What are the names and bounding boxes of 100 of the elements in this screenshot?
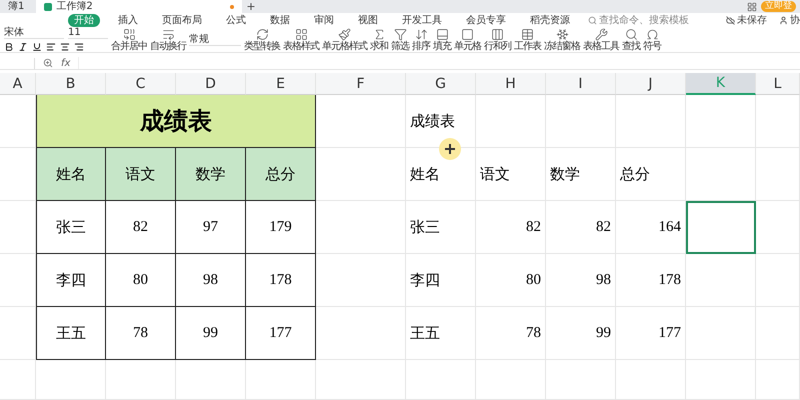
ribbon-button[interactable]: 筛选 bbox=[391, 28, 409, 52]
ribbon-button[interactable]: 填充 bbox=[433, 28, 451, 52]
ribbon-button[interactable]: 表格工具 bbox=[583, 28, 619, 52]
table-cell: 179 bbox=[246, 201, 316, 254]
table-cell: 99 bbox=[546, 307, 616, 360]
font-size-select[interactable]: 11 bbox=[68, 27, 108, 39]
new-tab-button[interactable]: + bbox=[246, 1, 256, 12]
header-cell: 总分 bbox=[246, 148, 316, 201]
column-header[interactable]: I bbox=[546, 73, 616, 95]
empty-cell[interactable] bbox=[546, 95, 616, 148]
column-header[interactable]: H bbox=[476, 73, 546, 95]
menu-tab[interactable]: 视图 bbox=[352, 14, 384, 26]
ribbon-button[interactable]: 自动换行 bbox=[150, 28, 186, 52]
ribbon-button[interactable]: 行和列 bbox=[484, 28, 511, 52]
refresh-icon bbox=[256, 28, 268, 40]
table-cell: 王五 bbox=[36, 307, 106, 360]
table-cell: 99 bbox=[176, 307, 246, 360]
menu-tab[interactable]: 数据 bbox=[264, 14, 296, 26]
wrench-icon bbox=[594, 28, 608, 40]
menu-tab[interactable]: 稻壳资源 bbox=[524, 14, 576, 26]
document-tab[interactable]: 工作簿2 bbox=[36, 0, 242, 13]
empty-cell[interactable] bbox=[476, 360, 546, 400]
menu-tab[interactable]: 页面布局 bbox=[156, 14, 208, 26]
table-cell: 178 bbox=[616, 254, 686, 307]
ribbon-button[interactable]: 类型转换 bbox=[244, 28, 280, 52]
menu-tab[interactable]: 开发工具 bbox=[396, 14, 448, 26]
menu-tab[interactable]: 会员专享 bbox=[460, 14, 512, 26]
ribbon-button[interactable]: 单元格样式 bbox=[322, 28, 367, 52]
menu-tab[interactable]: 审阅 bbox=[308, 14, 340, 26]
empty-cell[interactable] bbox=[616, 360, 686, 400]
header-cell: 语文 bbox=[476, 148, 546, 201]
table-cell: 王五 bbox=[406, 307, 476, 360]
empty-cell[interactable] bbox=[0, 360, 36, 400]
empty-cell[interactable] bbox=[246, 360, 316, 400]
share-button[interactable]: 协 bbox=[779, 13, 800, 27]
empty-cell[interactable] bbox=[546, 360, 616, 400]
column-header[interactable]: D bbox=[176, 73, 246, 95]
ribbon-button[interactable]: 冻结窗格 bbox=[544, 28, 580, 52]
active-cell[interactable] bbox=[686, 201, 756, 254]
table-cell: 82 bbox=[106, 201, 176, 254]
empty-cell[interactable] bbox=[106, 360, 176, 400]
font-select[interactable]: 宋体 bbox=[4, 27, 64, 39]
empty-cell[interactable] bbox=[476, 95, 546, 148]
column-header[interactable]: G bbox=[406, 73, 476, 95]
header-cell: 总分 bbox=[616, 148, 686, 201]
empty-cell[interactable] bbox=[616, 95, 686, 148]
menu-tab[interactable]: 插入 bbox=[112, 14, 144, 26]
column-header[interactable]: J bbox=[616, 73, 686, 95]
table-cell: 李四 bbox=[406, 254, 476, 307]
empty-cell[interactable] bbox=[686, 148, 756, 201]
function-label[interactable]: fx bbox=[61, 58, 70, 68]
ribbon-button[interactable]: 单元格 bbox=[454, 28, 481, 52]
empty-cell[interactable] bbox=[686, 95, 756, 148]
ribbon-button[interactable]: 排序 bbox=[412, 28, 430, 52]
align-left-icon[interactable] bbox=[46, 42, 56, 52]
merge-icon bbox=[122, 28, 136, 40]
bold-icon[interactable] bbox=[4, 42, 14, 52]
ribbon-button[interactable]: 查找 bbox=[622, 28, 640, 52]
empty-cell[interactable] bbox=[756, 254, 800, 307]
search-field[interactable]: 查找命令、搜索模板 bbox=[588, 13, 689, 27]
italic-icon[interactable] bbox=[18, 42, 28, 52]
empty-cell[interactable] bbox=[686, 254, 756, 307]
empty-cell[interactable] bbox=[176, 360, 246, 400]
save-status[interactable]: 未保存 bbox=[726, 13, 767, 27]
empty-cell[interactable] bbox=[686, 307, 756, 360]
search-icon bbox=[588, 16, 597, 24]
align-center-icon[interactable] bbox=[60, 42, 70, 52]
column-header[interactable]: E bbox=[246, 73, 316, 95]
table-cell: 80 bbox=[476, 254, 546, 307]
column-header[interactable]: F bbox=[316, 73, 406, 95]
empty-cell[interactable] bbox=[756, 360, 800, 400]
empty-cell[interactable] bbox=[406, 360, 476, 400]
align-right-icon[interactable] bbox=[74, 42, 84, 52]
zoom-icon[interactable] bbox=[43, 58, 53, 68]
empty-cell[interactable] bbox=[316, 360, 406, 400]
number-format-select[interactable]: 常规 bbox=[189, 34, 241, 46]
empty-cell[interactable] bbox=[756, 148, 800, 201]
grid-icon bbox=[294, 28, 308, 40]
ribbon-button[interactable]: 符号 bbox=[643, 28, 661, 52]
square-icon bbox=[461, 28, 474, 40]
column-header[interactable]: C bbox=[106, 73, 176, 95]
table-cell: 李四 bbox=[36, 254, 106, 307]
ribbon-button[interactable]: 合并居中 bbox=[111, 28, 147, 52]
empty-cell[interactable] bbox=[36, 360, 106, 400]
unsaved-dot bbox=[230, 4, 234, 8]
column-header[interactable]: L bbox=[756, 73, 800, 95]
header-cell: 语文 bbox=[106, 148, 176, 201]
column-header[interactable]: A bbox=[0, 73, 36, 95]
ribbon-button[interactable]: 表格样式 bbox=[283, 28, 319, 52]
ribbon-button[interactable]: 工作表 bbox=[514, 28, 541, 52]
underline-icon[interactable] bbox=[32, 42, 42, 52]
empty-cell[interactable] bbox=[756, 201, 800, 254]
document-tab[interactable]: 簿1 bbox=[0, 0, 32, 13]
grid-icon[interactable] bbox=[747, 2, 757, 12]
ribbon-button[interactable]: 求和 bbox=[370, 28, 388, 52]
empty-cell[interactable] bbox=[686, 360, 756, 400]
menu-tab[interactable]: 公式 bbox=[220, 14, 252, 26]
snowflake-icon bbox=[556, 28, 568, 40]
column-header[interactable]: B bbox=[36, 73, 106, 95]
empty-cell[interactable] bbox=[756, 307, 800, 360]
